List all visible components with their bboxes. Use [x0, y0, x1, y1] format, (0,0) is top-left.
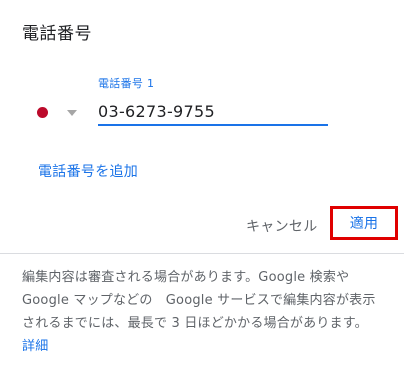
apply-button-label: 適用 [349, 216, 379, 232]
country-dropdown-icon[interactable] [67, 110, 77, 116]
cancel-button[interactable]: キャンセル [246, 216, 318, 236]
japan-flag-icon [37, 107, 48, 118]
phone-number-row: 電話番号 1 [0, 72, 404, 132]
apply-button[interactable]: 適用 [330, 206, 398, 240]
notice-text: 編集内容は審査される場合があります。Google 検索や Google マップな… [22, 270, 376, 331]
dialog-title: 電話番号 [22, 24, 92, 44]
phone-field-label: 電話番号 1 [98, 77, 155, 90]
phone-number-input[interactable] [98, 98, 328, 126]
add-phone-link[interactable]: 電話番号を追加 [38, 161, 138, 181]
divider [0, 253, 404, 254]
details-link[interactable]: 詳細 [22, 339, 48, 354]
review-notice: 編集内容は審査される場合があります。Google 検索や Google マップな… [22, 266, 384, 358]
